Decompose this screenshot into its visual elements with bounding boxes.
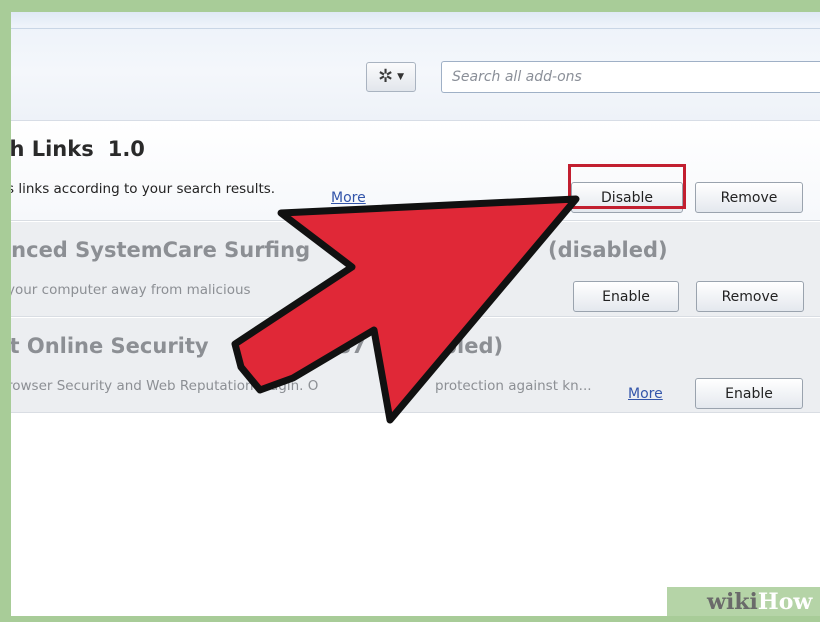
toolbar-divider <box>11 28 820 29</box>
addon-title: anced SystemCare Surfing <box>11 238 311 262</box>
wikihow-watermark: wikiHow <box>667 587 820 616</box>
addon-name: anced SystemCare Surfing (disabled) <box>11 238 668 262</box>
addon-name: ch Links 1.0 <box>11 137 145 161</box>
remove-button[interactable]: Remove <box>695 182 803 213</box>
addon-title: ch Links <box>11 137 94 161</box>
addon-description-text: rowser Security and Web Reputation Plugi… <box>11 378 319 394</box>
more-link[interactable]: More <box>331 190 366 206</box>
addon-item[interactable]: ch Links 1.0 s links according to your se… <box>11 121 820 221</box>
addon-version: 187 <box>322 334 366 358</box>
addon-item[interactable]: anced SystemCare Surfing (disabled) your … <box>11 222 820 317</box>
chevron-down-icon: ▼ <box>397 72 404 82</box>
more-link[interactable]: More <box>628 386 663 402</box>
remove-button[interactable]: Remove <box>696 281 804 312</box>
add-ons-manager-window: ✲ ▼ ch Links 1.0 s links according to you… <box>11 12 820 616</box>
enable-button[interactable]: Enable <box>573 281 679 312</box>
search-box[interactable] <box>441 61 820 93</box>
addon-description-text: your computer away from malicious <box>11 282 251 298</box>
addon-description-tail: protection against kn... <box>435 378 592 394</box>
search-input[interactable] <box>450 68 784 86</box>
addon-title: st Online Security <box>11 334 209 358</box>
tools-menu-button[interactable]: ✲ ▼ <box>366 62 416 92</box>
addon-name: st Online Security 187 bled) <box>11 334 503 358</box>
addon-version: 1.0 <box>107 137 145 161</box>
disable-highlight-box <box>568 164 686 209</box>
addon-status: bled) <box>442 334 504 358</box>
addon-description: rowser Security and Web Reputation Plugi… <box>11 378 592 394</box>
addon-description: your computer away from malicious <box>11 282 251 298</box>
addon-description-text: s links according to your search results… <box>11 181 276 197</box>
watermark-suffix: How <box>757 589 813 615</box>
addons-toolbar: ✲ ▼ <box>11 12 820 121</box>
addon-status: (disabled) <box>548 238 668 262</box>
watermark-prefix: wiki <box>707 589 758 615</box>
gear-icon: ✲ <box>377 66 394 87</box>
addon-item[interactable]: st Online Security 187 bled) rowser Securi… <box>11 318 820 413</box>
enable-button[interactable]: Enable <box>695 378 803 409</box>
addon-description: s links according to your search results… <box>11 181 275 197</box>
